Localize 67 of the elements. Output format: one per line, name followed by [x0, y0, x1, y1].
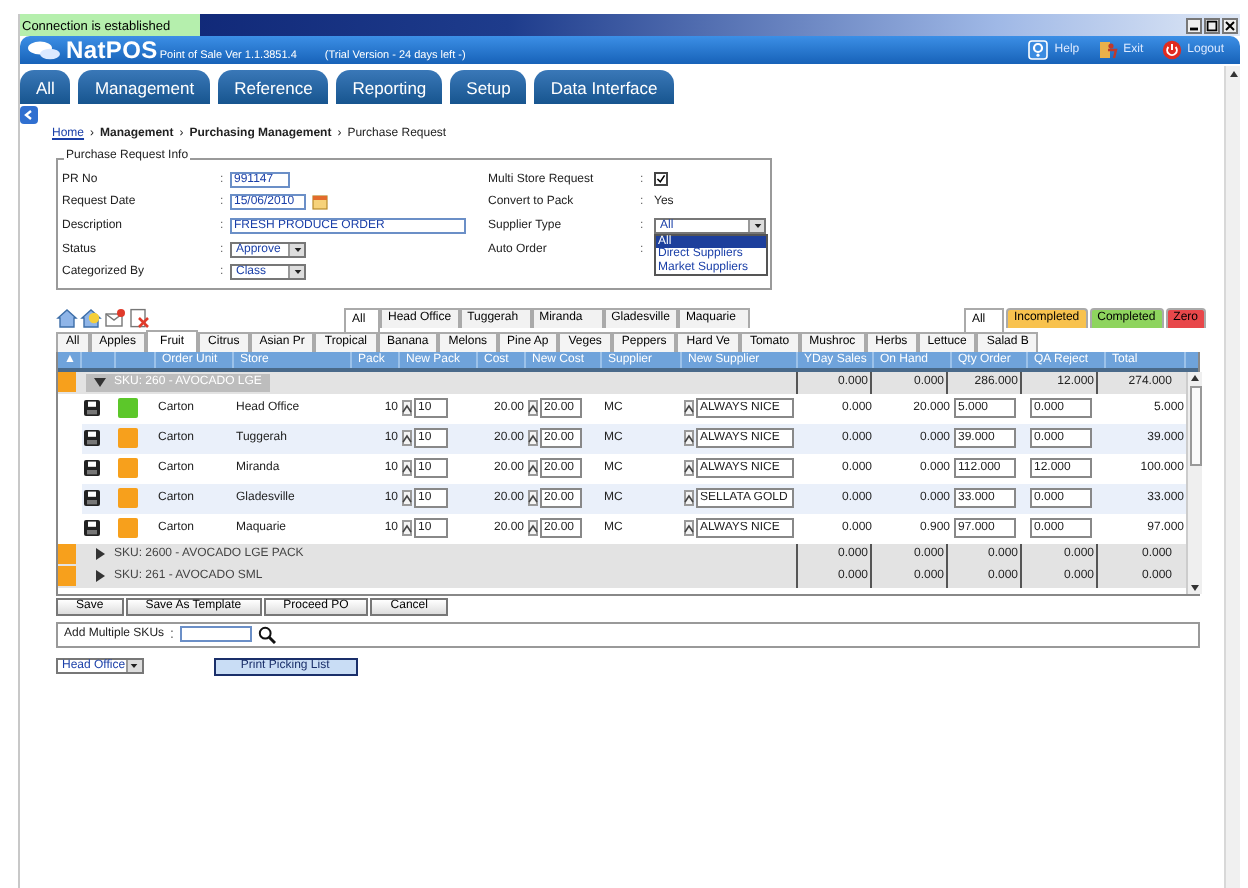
input-field[interactable] — [179, 626, 252, 643]
group-marker — [58, 372, 76, 393]
caret-down-icon — [751, 219, 763, 232]
house-sun-icon — [80, 307, 102, 328]
minimize-button[interactable] — [1186, 18, 1202, 34]
spin-button[interactable] — [684, 430, 694, 447]
spin-button[interactable] — [402, 520, 412, 537]
spin-button[interactable] — [402, 460, 412, 477]
spin-button[interactable] — [402, 430, 412, 447]
nav-tab[interactable]: All — [20, 70, 71, 104]
chevron-up-icon — [528, 463, 538, 474]
door-person-icon — [1097, 40, 1118, 60]
chevron-up-icon — [402, 403, 412, 414]
spin-button[interactable] — [684, 400, 694, 417]
spin-button[interactable] — [528, 430, 538, 447]
help-icon — [1028, 40, 1049, 60]
scroll-up-arrow-icon — [1188, 371, 1202, 384]
nav-tab[interactable]: Reference — [218, 70, 329, 104]
chevron-up-icon — [528, 493, 538, 504]
chevron-up-icon — [528, 523, 538, 534]
scroll-up-arrow-icon — [1225, 66, 1241, 82]
spin-button[interactable] — [528, 490, 538, 507]
group-marker — [58, 566, 76, 587]
group-marker — [58, 544, 76, 565]
nav-tab[interactable]: Data Interface — [534, 70, 674, 104]
spin-button[interactable] — [528, 460, 538, 477]
spin-button[interactable] — [402, 490, 412, 507]
house-icon — [56, 307, 78, 328]
cloud-logo-icon — [26, 40, 62, 60]
spin-button[interactable] — [684, 460, 694, 477]
document-delete-icon — [128, 307, 150, 328]
chevron-up-icon — [684, 463, 694, 474]
maximize-icon — [1206, 20, 1218, 32]
chevron-up-icon — [684, 523, 694, 534]
chevron-up-icon — [402, 463, 412, 474]
search-icon — [257, 625, 276, 644]
spin-button[interactable] — [528, 400, 538, 417]
nav-tab[interactable]: Reporting — [336, 70, 443, 104]
scroll-down-arrow-icon — [1188, 581, 1202, 594]
maximize-button[interactable] — [1204, 18, 1220, 34]
chevron-up-icon — [684, 493, 694, 504]
chevron-up-icon — [402, 433, 412, 444]
scrollbar[interactable] — [1186, 371, 1202, 594]
collapse-arrow-icon — [20, 106, 38, 124]
mail-icon — [104, 307, 126, 328]
close-icon — [1224, 20, 1236, 32]
chevron-up-icon — [684, 403, 694, 414]
checkbox[interactable] — [654, 172, 668, 187]
scrollbar[interactable] — [1224, 66, 1240, 888]
close-button[interactable] — [1222, 18, 1238, 34]
caret-down-icon — [128, 660, 141, 673]
chevron-up-icon — [402, 493, 412, 504]
spin-button[interactable] — [684, 490, 694, 507]
spin-button[interactable] — [402, 400, 412, 417]
chevron-up-icon — [528, 433, 538, 444]
caret-down-icon — [94, 376, 106, 389]
nav-tab[interactable]: Management — [78, 70, 211, 104]
spin-button[interactable] — [528, 520, 538, 537]
logo-text: NatPOS — [66, 36, 158, 64]
spin-button[interactable] — [684, 520, 694, 537]
chevron-up-icon — [684, 433, 694, 444]
scroll-thumb[interactable] — [1189, 385, 1201, 466]
chevron-up-icon — [528, 403, 538, 414]
calendar-icon — [312, 194, 328, 211]
chevron-up-icon — [402, 523, 412, 534]
nav-tab[interactable]: Setup — [450, 70, 527, 104]
power-icon — [1161, 40, 1182, 60]
